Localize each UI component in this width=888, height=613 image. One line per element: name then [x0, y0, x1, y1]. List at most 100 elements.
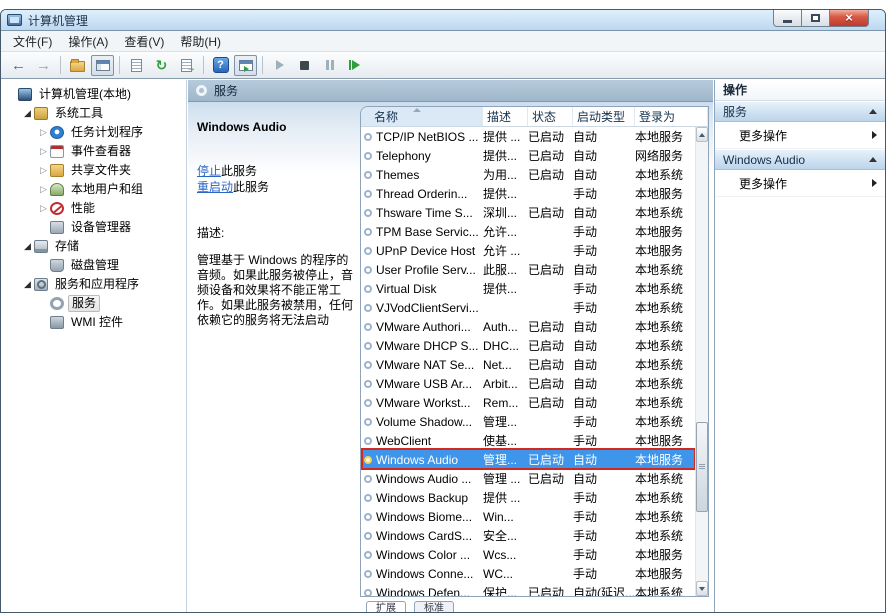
service-startup-cell: 自动: [573, 261, 635, 278]
service-name: Windows CardS...: [376, 529, 472, 543]
action-item-更多操作[interactable]: 更多操作: [715, 170, 885, 197]
service-row-VMware-DHCP-S-[interactable]: VMware DHCP S...DHC...已启动自动本地系统: [361, 336, 695, 355]
collapse-section-icon[interactable]: [869, 157, 877, 162]
menu-item[interactable]: 操作(A): [60, 31, 116, 52]
service-row-Windows-Biome-[interactable]: Windows Biome...Win...手动本地系统: [361, 507, 695, 526]
tree-item-本地用户和组[interactable]: ▷本地用户和组: [1, 180, 186, 199]
resume-icon[interactable]: [343, 55, 366, 76]
action-item-更多操作[interactable]: 更多操作: [715, 122, 885, 149]
service-row-User-Profile-Serv-[interactable]: User Profile Serv...此服...已启动自动本地系统: [361, 260, 695, 279]
pause-icon[interactable]: [318, 55, 341, 76]
expanded-expander-icon[interactable]: ◢: [21, 108, 34, 119]
service-row-VMware-Workst-[interactable]: VMware Workst...Rem...已启动自动本地系统: [361, 393, 695, 412]
close-button[interactable]: ×: [829, 9, 869, 27]
service-row-Telephony[interactable]: Telephony提供...已启动自动网络服务: [361, 146, 695, 165]
collapsed-expander-icon[interactable]: ▷: [37, 146, 50, 157]
show-console-icon[interactable]: [234, 55, 257, 76]
column-header-描述[interactable]: 描述: [483, 107, 528, 126]
collapsed-expander-icon[interactable]: ▷: [37, 184, 50, 195]
service-startup-cell: 自动: [573, 375, 635, 392]
export-list-icon[interactable]: →: [175, 55, 198, 76]
tree-item-计算机管理(本地)[interactable]: 计算机管理(本地): [1, 85, 186, 104]
scroll-up-button[interactable]: [696, 127, 708, 142]
menu-item[interactable]: 帮助(H): [172, 31, 229, 52]
service-row-VMware-Authori-[interactable]: VMware Authori...Auth...已启动自动本地系统: [361, 317, 695, 336]
service-row-Thsware-Time-S-[interactable]: Thsware Time S...深圳...已启动自动本地系统: [361, 203, 695, 222]
service-status-cell: 已启动: [528, 584, 573, 596]
wmi-icon: [50, 316, 64, 329]
service-startup-cell: 自动(延迟...: [573, 584, 635, 596]
tree-item-事件查看器[interactable]: ▷事件查看器: [1, 142, 186, 161]
tree-item-设备管理器[interactable]: 设备管理器: [1, 218, 186, 237]
tree-item-任务计划程序[interactable]: ▷任务计划程序: [1, 123, 186, 142]
minimize-button[interactable]: [773, 9, 802, 27]
properties-icon[interactable]: [125, 55, 148, 76]
menu-item[interactable]: 文件(F): [5, 31, 60, 52]
service-desc-cell: Win...: [483, 510, 528, 524]
submenu-arrow-icon: [872, 131, 877, 139]
actions-section-服务[interactable]: 服务: [715, 101, 885, 122]
column-header-label: 登录为: [639, 108, 675, 125]
column-header-启动类型[interactable]: 启动类型: [573, 107, 635, 126]
collapsed-expander-icon[interactable]: ▷: [37, 127, 50, 138]
tree-item-服务和应用程序[interactable]: ◢服务和应用程序: [1, 275, 186, 294]
back-icon[interactable]: ←: [7, 55, 30, 76]
collapsed-expander-icon[interactable]: ▷: [37, 203, 50, 214]
service-row-Virtual-Disk[interactable]: Virtual Disk提供...手动本地系统: [361, 279, 695, 298]
tab-标准[interactable]: 标准: [414, 601, 454, 612]
service-desc-cell: 允许...: [483, 223, 528, 240]
service-row-TCP-IP-NetBIOS-[interactable]: TCP/IP NetBIOS ...提供 ...已启动自动本地服务: [361, 127, 695, 146]
tree-item-共享文件夹[interactable]: ▷共享文件夹: [1, 161, 186, 180]
service-row-Windows-Audio-[interactable]: Windows Audio ...管理 ...已启动自动本地系统: [361, 469, 695, 488]
tab-扩展[interactable]: 扩展: [366, 601, 406, 612]
service-row-TPM-Base-Servic-[interactable]: TPM Base Servic...允许...手动本地服务: [361, 222, 695, 241]
restart-service-link[interactable]: 重启动: [197, 180, 233, 194]
service-row-Windows-CardS-[interactable]: Windows CardS...安全...手动本地系统: [361, 526, 695, 545]
service-row-VMware-NAT-Se-[interactable]: VMware NAT Se...Net...已启动自动本地系统: [361, 355, 695, 374]
stop-icon[interactable]: [293, 55, 316, 76]
service-row-VMware-USB-Ar-[interactable]: VMware USB Ar...Arbit...已启动自动本地系统: [361, 374, 695, 393]
play-icon[interactable]: [268, 55, 291, 76]
list-scrollbar[interactable]: [695, 127, 708, 596]
actions-section-Windows-Audio[interactable]: Windows Audio: [715, 149, 885, 170]
expanded-expander-icon[interactable]: ◢: [21, 279, 34, 290]
stop-service-link[interactable]: 停止: [197, 164, 221, 178]
collapsed-expander-icon[interactable]: ▷: [37, 165, 50, 176]
service-row-Volume-Shadow-[interactable]: Volume Shadow...管理...手动本地系统: [361, 412, 695, 431]
service-name-cell: User Profile Serv...: [361, 263, 483, 277]
refresh-icon[interactable]: ↻: [150, 55, 173, 76]
column-header-状态[interactable]: 状态: [528, 107, 573, 126]
console-tree-icon[interactable]: [91, 55, 114, 76]
tree-item-系统工具[interactable]: ◢系统工具: [1, 104, 186, 123]
service-row-Themes[interactable]: Themes为用...已启动自动本地系统: [361, 165, 695, 184]
collapse-section-icon[interactable]: [869, 109, 877, 114]
tree-item-性能[interactable]: ▷性能: [1, 199, 186, 218]
tree-item-存储[interactable]: ◢存储: [1, 237, 186, 256]
help-icon[interactable]: ?: [209, 55, 232, 76]
tree-item-WMI 控件[interactable]: WMI 控件: [1, 313, 186, 332]
service-name: VMware Workst...: [376, 396, 470, 410]
forward-icon[interactable]: →: [32, 55, 55, 76]
service-name-cell: VMware DHCP S...: [361, 339, 483, 353]
menu-item[interactable]: 查看(V): [116, 31, 172, 52]
column-header-名称[interactable]: 名称: [361, 107, 483, 126]
title-bar[interactable]: 计算机管理 ×: [1, 10, 885, 31]
scroll-down-button[interactable]: [696, 581, 708, 596]
service-row-Thread-Orderin-[interactable]: Thread Orderin...提供...手动本地服务: [361, 184, 695, 203]
service-row-VJVodClientServi-[interactable]: VJVodClientServi...手动本地系统: [361, 298, 695, 317]
export-folder-icon[interactable]: [66, 55, 89, 76]
scrollbar-thumb[interactable]: [696, 422, 708, 511]
services-pane-header: 服务: [188, 80, 713, 102]
service-row-Windows-Backup[interactable]: Windows Backup提供 ...手动本地系统: [361, 488, 695, 507]
expanded-expander-icon[interactable]: ◢: [21, 241, 34, 252]
service-row-Windows-Color-[interactable]: Windows Color ...Wcs...手动本地服务: [361, 545, 695, 564]
service-row-WebClient[interactable]: WebClient使基...手动本地服务: [361, 431, 695, 450]
service-row-Windows-Conne-[interactable]: Windows Conne...WC...手动本地服务: [361, 564, 695, 583]
service-row-UPnP-Device-Host[interactable]: UPnP Device Host允许 ...手动本地服务: [361, 241, 695, 260]
column-header-登录为[interactable]: 登录为: [635, 107, 708, 126]
tree-item-服务[interactable]: 服务: [1, 294, 186, 313]
service-row-Windows-Audio[interactable]: Windows Audio管理...已启动自动本地服务: [361, 450, 695, 469]
service-row-Windows-Defen-[interactable]: Windows Defen...保护...已启动自动(延迟...本地系统: [361, 583, 695, 596]
maximize-button[interactable]: [802, 9, 829, 27]
tree-item-磁盘管理[interactable]: 磁盘管理: [1, 256, 186, 275]
